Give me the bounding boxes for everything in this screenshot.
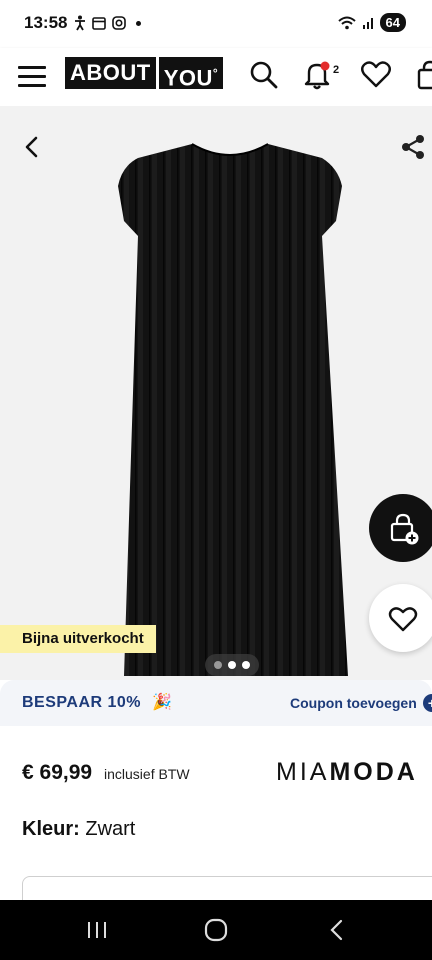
battery-indicator: 64 — [379, 13, 406, 32]
search-icon[interactable] — [247, 58, 281, 92]
add-coupon-link[interactable]: Coupon toevoegen — [290, 695, 417, 711]
share-icon[interactable] — [400, 134, 426, 160]
back-nav-icon[interactable] — [322, 916, 352, 944]
menu-icon — [18, 65, 46, 69]
more-notifications-dot — [136, 20, 141, 26]
coupon-banner[interactable]: BESPAAR 10% 🎉 Coupon toevoegen + — [0, 680, 432, 726]
status-system-icons: 64 — [337, 13, 406, 32]
bag-icon[interactable] — [414, 58, 432, 92]
back-icon[interactable] — [20, 134, 44, 160]
color-selection: Kleur: Zwart — [22, 818, 135, 841]
product-price: € 69,99 — [22, 761, 93, 784]
app-header: ABOUT YOU° — [0, 48, 432, 106]
gallery-dot[interactable] — [242, 661, 250, 669]
coupon-discount-label: BESPAAR 10% — [22, 694, 142, 711]
add-to-bag-button[interactable] — [369, 494, 432, 562]
wishlist-button[interactable] — [369, 584, 432, 652]
signal-icon — [362, 17, 373, 29]
vat-note: inclusief BTW — [104, 766, 190, 782]
low-stock-badge: Bijna uitverkocht — [0, 625, 156, 653]
about-you-logo[interactable]: ABOUT YOU° — [65, 57, 224, 90]
bell-icon[interactable] — [300, 58, 334, 92]
recent-apps-icon[interactable] — [82, 916, 112, 944]
logo-you: YOU° — [158, 57, 224, 90]
product-gallery[interactable]: Bijna uitverkocht — [0, 106, 432, 680]
color-label: Kleur: — [22, 818, 80, 840]
color-value: Zwart — [85, 818, 136, 840]
product-image-dress — [118, 143, 348, 676]
brand-name[interactable]: MIAMODA — [276, 758, 418, 787]
notification-count: 2 — [333, 64, 340, 76]
instagram-icon — [112, 16, 126, 30]
bag-plus-icon — [390, 513, 419, 545]
status-bar: 13:58 64 — [0, 0, 432, 48]
gallery-dot[interactable] — [228, 661, 236, 669]
heart-outline-icon — [388, 607, 418, 632]
system-navigation-bar — [0, 900, 432, 960]
gallery-dot[interactable] — [214, 661, 222, 669]
menu-button[interactable] — [18, 61, 48, 91]
status-time: 13:58 — [24, 13, 68, 32]
status-notification-icons — [74, 15, 141, 31]
wifi-icon — [337, 16, 356, 29]
home-icon[interactable] — [201, 916, 231, 944]
calendar-icon — [92, 17, 106, 30]
heart-icon[interactable] — [359, 58, 393, 92]
logo-about: ABOUT — [65, 57, 156, 89]
add-coupon-plus-icon[interactable]: + — [423, 694, 432, 712]
gallery-pagination[interactable] — [205, 654, 259, 676]
accessibility-icon — [75, 15, 85, 31]
party-popper-icon: 🎉 — [152, 694, 172, 711]
